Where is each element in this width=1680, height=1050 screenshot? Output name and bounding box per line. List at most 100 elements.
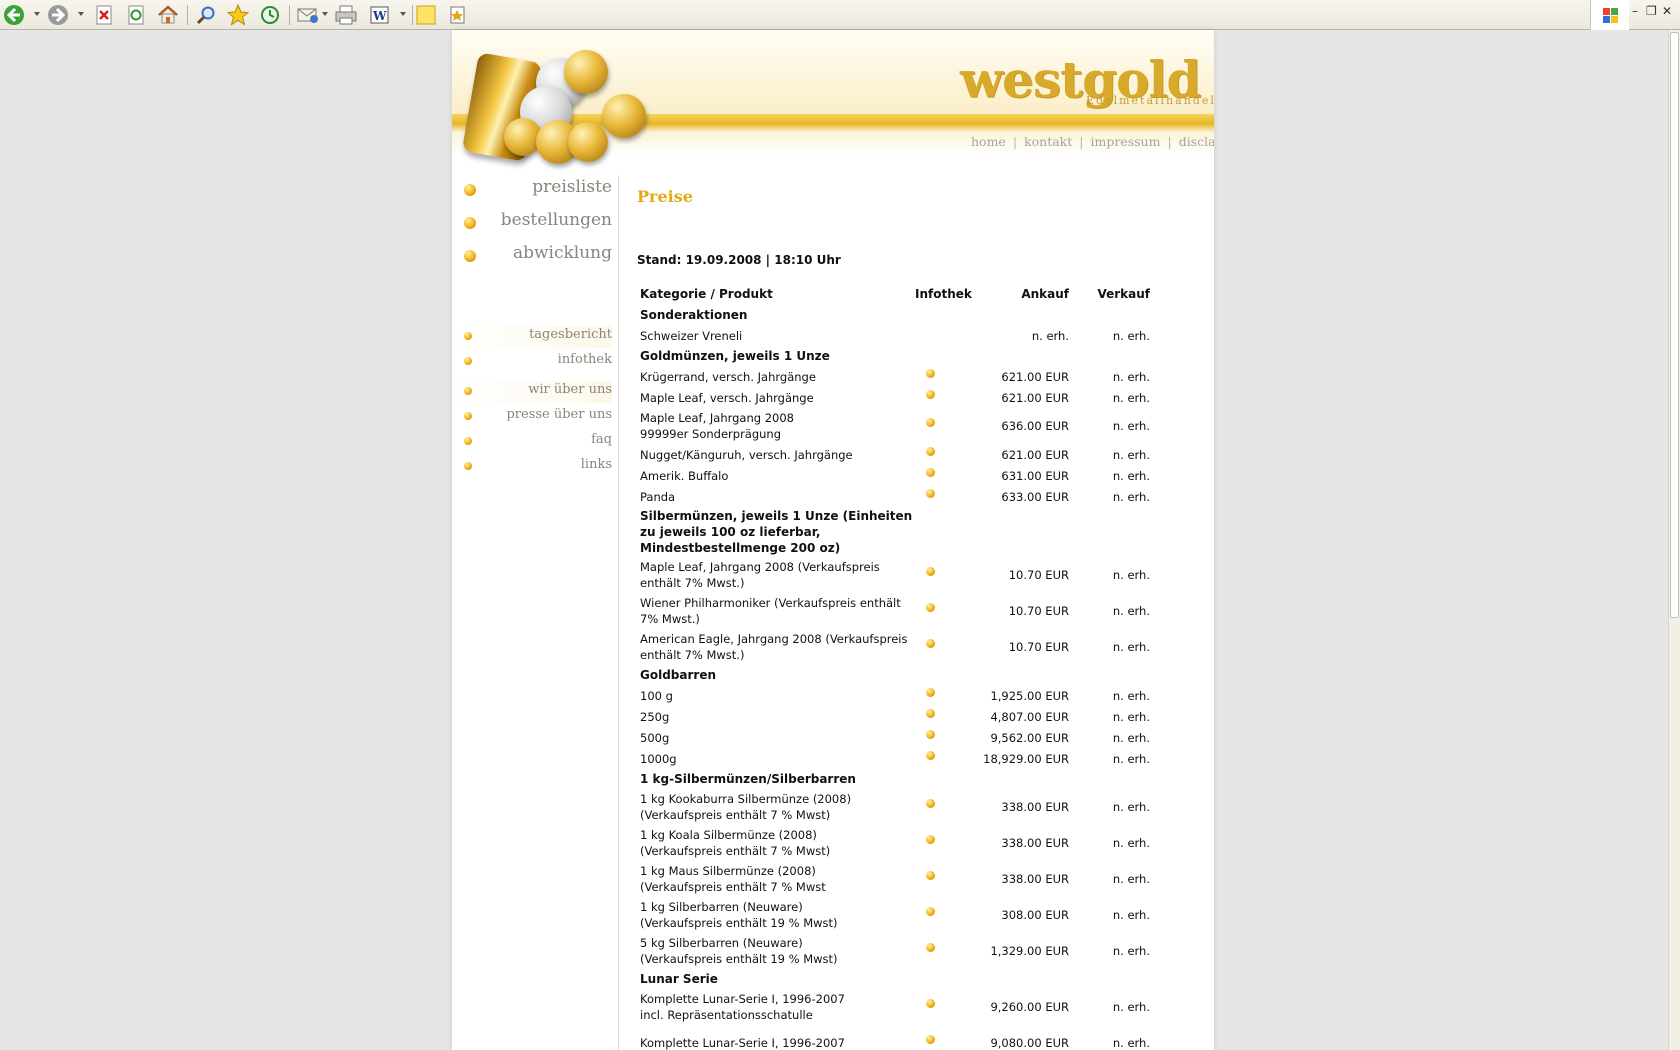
stop-icon[interactable] (92, 3, 116, 27)
category-row: Goldbarren (638, 665, 1150, 685)
infothek-cell (913, 727, 979, 748)
product-name: 1 kg Maus Silbermünze (2008) (Verkaufspr… (640, 864, 826, 894)
infothek-link-icon[interactable] (926, 999, 935, 1008)
forward-icon[interactable] (46, 3, 70, 27)
nav-abwicklung[interactable]: abwicklung (452, 243, 612, 267)
nav-preisliste[interactable]: preisliste (452, 177, 612, 201)
ankauf-price: 4,807.00 EUR (990, 709, 1069, 724)
verkauf-price: n. erh. (1112, 944, 1150, 958)
note-icon[interactable] (414, 3, 438, 27)
restore-icon[interactable]: ❐ (1646, 4, 1657, 18)
infothek-link-icon[interactable] (926, 603, 935, 612)
verkauf-price: n. erh. (1112, 872, 1150, 886)
infothek-cell (913, 325, 979, 346)
ankauf-price: 10.70 EUR (1008, 604, 1069, 618)
edit-icon[interactable]: W (368, 3, 392, 27)
infothek-link-icon[interactable] (926, 488, 935, 498)
research-icon[interactable] (446, 3, 470, 27)
nav-tagesbericht[interactable]: tagesbericht (452, 326, 612, 348)
ankauf-price: 636.00 EUR (1001, 419, 1069, 433)
infothek-cell (913, 989, 979, 1025)
table-row: 1 kg Koala Silbermünze (2008) (Verkaufsp… (638, 825, 1150, 861)
category-label: 1 kg-Silbermünzen/Silberbarren (640, 772, 856, 786)
scrollbar[interactable] (1668, 30, 1680, 1050)
nav-links[interactable]: links (452, 456, 612, 478)
infothek-cell (913, 444, 979, 465)
ankauf-price: 621.00 EUR (1001, 390, 1069, 405)
home-icon[interactable] (156, 3, 180, 27)
infothek-link-icon[interactable] (926, 639, 935, 648)
verkauf-price: n. erh. (1112, 730, 1150, 745)
infothek-link-icon[interactable] (926, 1035, 935, 1044)
category-label: Goldbarren (640, 668, 717, 682)
infothek-link-icon[interactable] (926, 368, 935, 378)
scrollbar-thumb[interactable] (1670, 32, 1679, 618)
bullet-icon (464, 437, 472, 445)
table-row: 250g 4,807.00 EUR n. erh. (638, 706, 1150, 727)
nav-bestellungen[interactable]: bestellungen (452, 210, 612, 234)
table-row: Schweizer Vreneli n. erh. n. erh. (638, 325, 1150, 346)
refresh-icon[interactable] (124, 3, 148, 27)
nav-infothek[interactable]: infothek (452, 351, 612, 373)
infothek-link-icon[interactable] (926, 799, 935, 808)
bullet-icon (464, 184, 476, 196)
infothek-link-icon[interactable] (926, 708, 935, 718)
mail-dropdown-icon[interactable] (322, 12, 328, 16)
infothek-cell (913, 825, 979, 861)
minimize-icon[interactable]: – (1632, 4, 1638, 18)
infothek-cell (913, 629, 979, 665)
mail-icon[interactable] (296, 3, 320, 27)
bullet-icon (464, 217, 476, 229)
bullet-icon (464, 387, 472, 395)
verkauf-price: n. erh. (1112, 836, 1150, 850)
bullet-icon (464, 462, 472, 470)
forward-dropdown-icon[interactable] (78, 12, 84, 16)
history-icon[interactable] (258, 3, 282, 27)
print-icon[interactable] (334, 3, 358, 27)
verkauf-price: n. erh. (1112, 604, 1150, 618)
infothek-link-icon[interactable] (926, 750, 935, 760)
verkauf-price: n. erh. (1112, 369, 1150, 384)
nav-presse-ueber-uns[interactable]: presse über uns (452, 406, 612, 428)
verkauf-price: n. erh. (1112, 468, 1150, 483)
ankauf-price: 1,925.00 EUR (990, 688, 1069, 703)
coins-image (452, 30, 652, 165)
ankauf-price: 633.00 EUR (1001, 489, 1069, 504)
edit-dropdown-icon[interactable] (400, 12, 406, 16)
infothek-link-icon[interactable] (926, 418, 935, 427)
infothek-link-icon[interactable] (926, 389, 935, 399)
category-row: Sonderaktionen (638, 305, 1150, 325)
back-icon[interactable] (2, 3, 26, 27)
infothek-link-icon[interactable] (926, 943, 935, 952)
ankauf-price: 338.00 EUR (1001, 800, 1069, 814)
infothek-link-icon[interactable] (926, 467, 935, 477)
close-icon[interactable]: ✕ (1662, 4, 1672, 18)
bullet-icon (464, 332, 472, 340)
infothek-cell (913, 861, 979, 897)
verkauf-price: n. erh. (1112, 1036, 1150, 1050)
verkauf-price: n. erh. (1112, 328, 1150, 343)
infothek-link-icon[interactable] (926, 446, 935, 456)
back-dropdown-icon[interactable] (34, 12, 40, 16)
search-icon[interactable] (194, 3, 218, 27)
favorites-icon[interactable] (226, 3, 250, 27)
table-row: 1 kg Kookaburra Silbermünze (2008) (Verk… (638, 789, 1150, 825)
infothek-link-icon[interactable] (926, 729, 935, 739)
infothek-link-icon[interactable] (926, 567, 935, 576)
product-name: Krügerrand, versch. Jahrgänge (640, 369, 816, 384)
table-row: Maple Leaf, versch. Jahrgänge 621.00 EUR n… (638, 387, 1150, 408)
verkauf-price: n. erh. (1112, 419, 1150, 433)
infothek-link-icon[interactable] (926, 907, 935, 916)
infothek-cell (913, 557, 979, 593)
product-name: 1 kg Kookaburra Silbermünze (2008) (Verk… (640, 792, 852, 822)
product-name: Komplette Lunar-Serie I, 1996-2007 incl.… (640, 992, 845, 1022)
main-content: Preise Stand: 19.09.2008 | 18:10 Uhr Kat… (634, 30, 1204, 1050)
infothek-link-icon[interactable] (926, 871, 935, 880)
infothek-link-icon[interactable] (926, 835, 935, 844)
infothek-link-icon[interactable] (926, 687, 935, 697)
ankauf-price: 10.70 EUR (1008, 640, 1069, 654)
nav-wir-ueber-uns[interactable]: wir über uns (452, 381, 612, 403)
nav-faq[interactable]: faq (452, 431, 612, 453)
table-row: Amerik. Buffalo 631.00 EUR n. erh. (638, 465, 1150, 486)
bullet-icon (464, 357, 472, 365)
